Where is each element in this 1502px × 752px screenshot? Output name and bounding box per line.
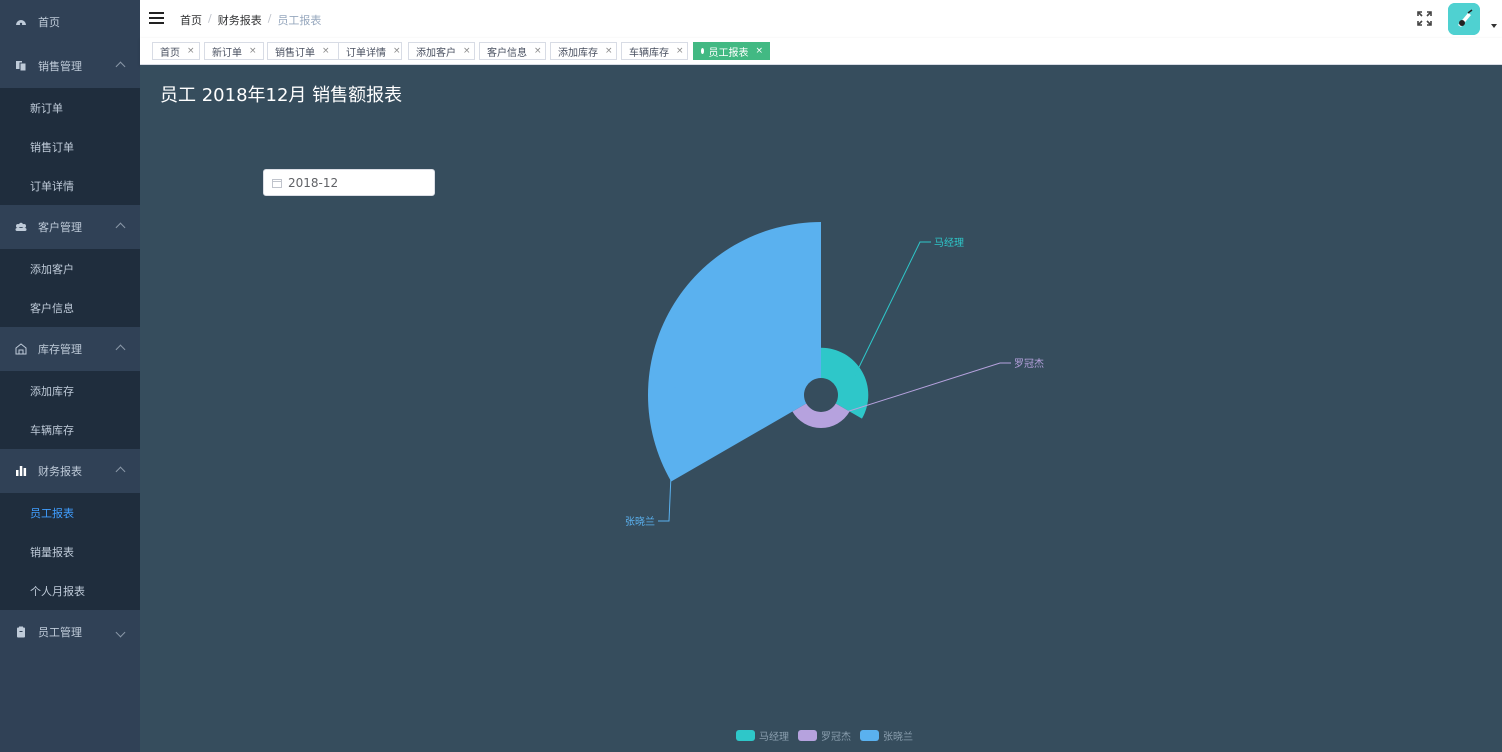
main-content: 员工 2018年12月 销售额报表 2018-12 马经理 罗冠杰 张晓兰 马经理罗… — [140, 65, 1502, 752]
tag-label: 新订单 — [212, 47, 242, 59]
avatar-image-icon — [1448, 3, 1480, 35]
tag-label: 客户信息 — [487, 47, 527, 59]
sidebar-group-staff[interactable]: 员工管理 — [0, 610, 140, 654]
breadcrumb: 首页 / 财务报表 / 员工报表 — [180, 12, 321, 28]
hamburger-menu-icon[interactable] — [149, 12, 164, 24]
tag-label: 添加客户 — [416, 47, 456, 59]
sidebar-group-label: 财务报表 — [38, 465, 82, 478]
close-icon[interactable]: × — [463, 46, 471, 56]
sidebar-item-add-customer[interactable]: 添加客户 — [0, 249, 140, 288]
breadcrumb-home[interactable]: 首页 — [180, 12, 202, 28]
sidebar-item-sales-report[interactable]: 销量报表 — [0, 532, 140, 571]
sidebar-group-label: 库存管理 — [38, 343, 82, 356]
submenu-finance: 员工报表 销量报表 个人月报表 — [0, 493, 140, 610]
sidebar-item-sales-orders[interactable]: 销售订单 — [0, 127, 140, 166]
caret-down-icon[interactable] — [1491, 24, 1497, 28]
sidebar-group-finance[interactable]: 财务报表 — [0, 449, 140, 493]
tag-label: 车辆库存 — [629, 47, 669, 59]
chevron-up-icon — [115, 222, 126, 232]
tag-add-inventory[interactable]: 添加库存 × — [550, 42, 617, 60]
legend-label: 马经理 — [759, 732, 789, 743]
chevron-down-icon — [115, 627, 126, 637]
sidebar: 首页 销售管理 新订单 销售订单 订单详情 客户管理 添加客户 客户信息 库存管… — [0, 0, 140, 752]
submenu-inventory: 添加库存 车辆库存 — [0, 371, 140, 449]
close-icon[interactable]: × — [249, 46, 257, 56]
sidebar-group-sales[interactable]: 销售管理 — [0, 44, 140, 88]
breadcrumb-current: 员工报表 — [277, 14, 322, 27]
slice-label: 罗冠杰 — [1014, 358, 1044, 370]
sidebar-group-customers[interactable]: 客户管理 — [0, 205, 140, 249]
close-icon[interactable]: × — [676, 46, 684, 56]
sidebar-group-label: 客户管理 — [38, 221, 82, 234]
tag-label: 订单详情 — [346, 47, 386, 59]
close-icon[interactable]: × — [755, 46, 763, 56]
sidebar-item-order-details[interactable]: 订单详情 — [0, 166, 140, 205]
sidebar-group-label: 员工管理 — [38, 626, 82, 639]
sidebar-group-inventory[interactable]: 库存管理 — [0, 327, 140, 371]
leader-line — [854, 241, 931, 376]
legend-swatch — [860, 730, 879, 741]
sidebar-item-add-inventory[interactable]: 添加库存 — [0, 371, 140, 410]
active-dot — [701, 48, 705, 54]
close-icon[interactable]: × — [393, 46, 401, 56]
legend-label: 张晓兰 — [883, 732, 913, 743]
tag-label: 销售订单 — [275, 47, 315, 59]
submenu-customers: 添加客户 客户信息 — [0, 249, 140, 327]
legend-item[interactable]: 马经理 — [736, 728, 789, 743]
sidebar-item-customer-info[interactable]: 客户信息 — [0, 288, 140, 327]
pie-slice[interactable] — [821, 347, 869, 419]
chevron-up-icon — [115, 466, 126, 476]
top-navbar: 首页 / 财务报表 / 员工报表 — [140, 0, 1502, 39]
bar-chart-icon — [16, 466, 27, 476]
sidebar-item-employee-report[interactable]: 员工报表 — [0, 493, 140, 532]
legend-label: 罗冠杰 — [821, 732, 851, 743]
legend-swatch — [798, 730, 817, 741]
fullscreen-icon[interactable] — [1417, 11, 1432, 26]
clipboard-icon — [17, 626, 25, 638]
sidebar-item-monthly-report[interactable]: 个人月报表 — [0, 571, 140, 610]
tag-order-details[interactable]: 订单详情 × — [338, 42, 402, 60]
breadcrumb-separator: / — [208, 12, 212, 25]
legend-swatch — [736, 730, 755, 741]
pie-slice[interactable] — [648, 222, 821, 482]
sidebar-item-home[interactable]: 首页 — [0, 0, 140, 44]
chart-legend: 马经理 罗冠杰 张晓兰 — [736, 728, 913, 743]
tag-employee-report[interactable]: 员工报表 × — [693, 42, 770, 60]
tag-sales-orders[interactable]: 销售订单 × — [267, 42, 339, 60]
close-icon[interactable]: × — [187, 46, 195, 56]
close-icon[interactable]: × — [605, 46, 613, 56]
slice-label: 张晓兰 — [625, 515, 655, 528]
submenu-sales: 新订单 销售订单 订单详情 — [0, 88, 140, 205]
breadcrumb-finance[interactable]: 财务报表 — [218, 12, 262, 28]
close-icon[interactable]: × — [322, 46, 330, 56]
copy-icon — [16, 61, 27, 72]
tag-home[interactable]: 首页 × — [152, 42, 200, 60]
sidebar-item-label: 首页 — [38, 16, 60, 29]
tag-label: 首页 — [160, 47, 180, 59]
sales-pie-chart: 马经理罗冠杰张晓兰 — [625, 222, 1044, 528]
sidebar-item-vehicle-inventory[interactable]: 车辆库存 — [0, 410, 140, 449]
chevron-up-icon — [115, 61, 126, 71]
tag-add-customer[interactable]: 添加客户 × — [408, 42, 475, 60]
tag-new-order[interactable]: 新订单 × — [204, 42, 264, 60]
close-icon[interactable]: × — [534, 46, 542, 56]
tags-view: 首页 × 新订单 × 销售订单 × 订单详情 × 添加客户 × 客户信息 × 添加库存 × 车… — [140, 38, 1502, 65]
pie-slice[interactable] — [792, 403, 850, 429]
avatar[interactable] — [1448, 3, 1480, 35]
dashboard-icon — [16, 20, 26, 26]
tag-vehicle-inventory[interactable]: 车辆库存 × — [621, 42, 688, 60]
tag-label: 员工报表 — [708, 47, 749, 59]
legend-item[interactable]: 张晓兰 — [860, 728, 913, 743]
tag-label: 添加库存 — [558, 47, 598, 59]
warehouse-icon — [15, 343, 27, 355]
sidebar-item-new-order[interactable]: 新订单 — [0, 88, 140, 127]
slice-label: 马经理 — [934, 236, 964, 249]
tag-customer-info[interactable]: 客户信息 × — [479, 42, 546, 60]
users-icon — [15, 222, 27, 231]
breadcrumb-separator: / — [267, 12, 272, 25]
legend-item[interactable]: 罗冠杰 — [798, 728, 851, 743]
sidebar-group-label: 销售管理 — [38, 60, 82, 73]
chevron-up-icon — [115, 344, 126, 354]
